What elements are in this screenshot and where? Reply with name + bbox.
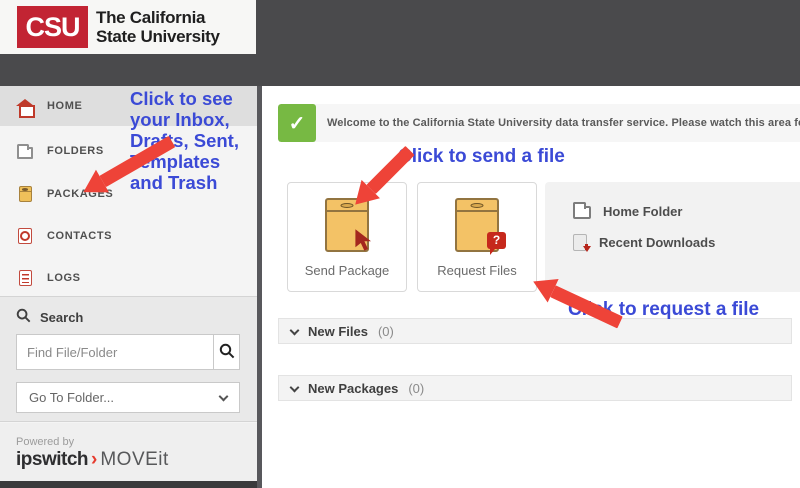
go-to-folder-select[interactable]: Go To Folder... — [16, 382, 240, 413]
logs-icon — [16, 270, 34, 286]
quick-link-home-folder[interactable]: Home Folder — [573, 203, 800, 219]
home-icon — [16, 99, 34, 114]
annotation-packages-note: Click to see your Inbox, Drafts, Sent, T… — [130, 88, 256, 193]
sidebar-item-label: FOLDERS — [47, 145, 104, 157]
ipswitch-wordmark: ipswitch — [16, 449, 88, 471]
sidebar-item-contacts[interactable]: CONTACTS — [0, 216, 257, 256]
magnifier-icon — [219, 343, 235, 362]
welcome-text: Welcome to the California State Universi… — [327, 117, 800, 129]
new-packages-count: (0) — [408, 381, 424, 396]
sidebar-bottom-bar — [0, 481, 257, 488]
search-button[interactable] — [213, 335, 239, 369]
success-check-icon: ✓ — [278, 104, 316, 142]
folder-icon — [573, 206, 591, 219]
ipswitch-chevron-icon: › — [91, 449, 97, 471]
send-package-label: Send Package — [288, 263, 406, 278]
new-files-label: New Files — [308, 324, 368, 339]
search-box — [16, 334, 240, 370]
download-icon — [573, 234, 587, 251]
new-packages-label: New Packages — [308, 381, 398, 396]
university-name-line2: State University — [96, 27, 220, 46]
request-files-label: Request Files — [418, 263, 536, 278]
question-badge-icon: ? — [487, 232, 506, 249]
university-name-line1: The California — [96, 8, 220, 27]
university-name: The California State University — [96, 8, 220, 46]
search-title: Search — [16, 308, 83, 326]
annotation-send-note: Click to send a file — [398, 146, 565, 168]
moveit-app-window: CSU The California State University HOME… — [0, 0, 800, 488]
new-files-count: (0) — [378, 324, 394, 339]
sidebar-item-label: HOME — [47, 100, 82, 112]
new-packages-section-header[interactable]: New Packages (0) — [278, 375, 792, 401]
moveit-wordmark: MOVEit — [100, 449, 168, 471]
send-package-card[interactable]: Send Package — [287, 182, 407, 292]
search-section: Search Go To Folder... — [0, 296, 257, 422]
folders-icon — [16, 144, 34, 159]
sidebar-item-label: LOGS — [47, 272, 81, 284]
cursor-arrow-icon — [353, 228, 377, 257]
packages-icon — [16, 186, 34, 202]
powered-by-label: Powered by — [16, 436, 257, 448]
chevron-down-icon — [290, 382, 300, 392]
csu-logo-mark: CSU — [17, 6, 88, 48]
powered-by: Powered by ipswitch › MOVEit — [0, 423, 257, 481]
quick-links-panel: Home Folder Recent Downloads — [545, 182, 800, 292]
chevron-down-icon — [219, 391, 229, 401]
new-files-section-header[interactable]: New Files (0) — [278, 318, 792, 344]
chevron-down-icon — [290, 325, 300, 335]
welcome-banner: ✓ Welcome to the California State Univer… — [278, 104, 800, 142]
search-input[interactable] — [17, 335, 213, 369]
sidebar-item-label: CONTACTS — [47, 230, 112, 242]
request-files-card[interactable]: ? Request Files — [417, 182, 537, 292]
home-folder-label: Home Folder — [603, 204, 682, 219]
search-icon — [16, 308, 31, 326]
quick-link-recent-downloads[interactable]: Recent Downloads — [573, 234, 800, 251]
csu-logo[interactable]: CSU The California State University — [0, 0, 256, 54]
ipswitch-moveit-logo: ipswitch › MOVEit — [16, 449, 257, 471]
sidebar-item-logs[interactable]: LOGS — [0, 258, 257, 298]
recent-downloads-label: Recent Downloads — [599, 235, 715, 250]
contacts-icon — [16, 228, 34, 244]
go-to-folder-label: Go To Folder... — [29, 390, 114, 405]
envelope-icon: ? — [455, 198, 499, 252]
search-title-label: Search — [40, 310, 83, 325]
